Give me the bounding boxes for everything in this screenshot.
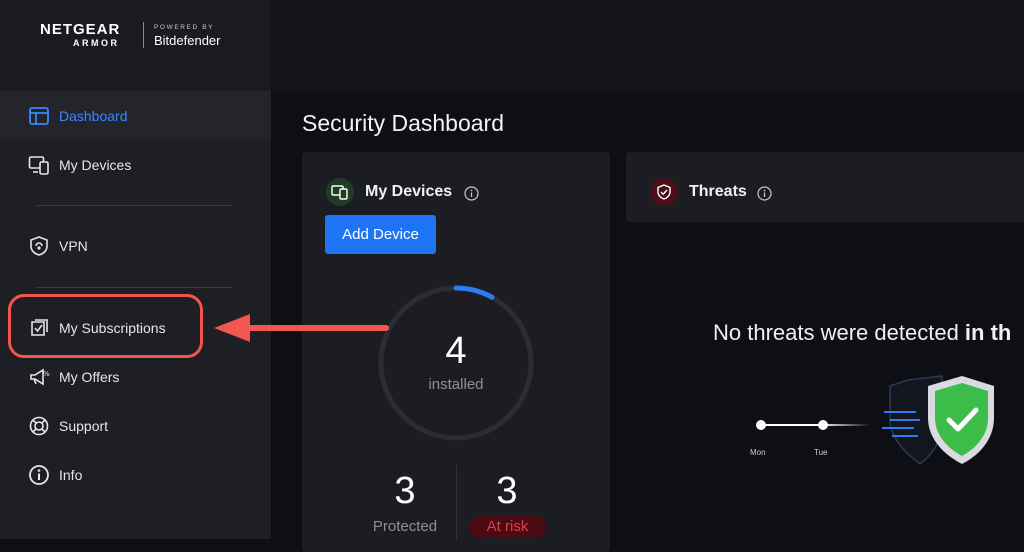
- top-bar: [271, 0, 1024, 91]
- protected-label: Protected: [372, 518, 438, 535]
- sidebar-item-label: Dashboard: [59, 107, 128, 124]
- installed-label: installed: [428, 376, 484, 393]
- threats-card-header: [626, 152, 1024, 222]
- threats-title: Threats: [689, 183, 747, 200]
- info-icon[interactable]: [464, 186, 479, 201]
- timeline-line: [760, 424, 870, 426]
- dashboard-icon: [29, 106, 49, 125]
- shield-lock-icon: [30, 235, 48, 256]
- timeline-label-mon: Mon: [750, 448, 766, 457]
- timeline-label-tue: Tue: [814, 448, 828, 457]
- timeline-dot: [818, 420, 828, 430]
- my-devices-title: My Devices: [365, 183, 453, 200]
- sidebar-item-vpn[interactable]: VPN: [0, 221, 271, 270]
- devices-icon: [28, 155, 49, 175]
- sidebar-item-info[interactable]: Info: [0, 450, 271, 499]
- no-threats-text-bold: in th: [964, 320, 1012, 345]
- brand-logo: NETGEAR ARMOR POWERED BY Bitdefender: [0, 0, 271, 91]
- annotation-arrow-icon: [214, 314, 389, 342]
- sidebar-item-support[interactable]: Support: [0, 401, 271, 450]
- info-icon: [29, 464, 49, 485]
- logo-powered-by: POWERED BY: [154, 24, 215, 31]
- sidebar-item-my-offers[interactable]: % My Offers: [0, 352, 271, 401]
- logo-bitdefender: Bitdefender: [154, 33, 221, 48]
- annotation-highlight-box: [8, 294, 203, 358]
- svg-text:%: %: [43, 370, 50, 378]
- logo-netgear: NETGEAR: [40, 21, 121, 38]
- shield-icon: [650, 178, 678, 206]
- sidebar-item-label: Support: [59, 417, 109, 434]
- at-risk-count: 3: [496, 470, 518, 512]
- sidebar-item-my-devices[interactable]: My Devices: [0, 140, 271, 189]
- sidebar-item-label: My Devices: [59, 156, 132, 173]
- logo-divider: [143, 22, 144, 48]
- installed-count: 4: [445, 330, 467, 372]
- sidebar-item-label: My Offers: [59, 368, 120, 385]
- no-threats-message: No threats were detected in th: [713, 320, 1011, 346]
- protected-shield-icon: [882, 375, 994, 465]
- sidebar-item-dashboard[interactable]: Dashboard: [0, 91, 271, 140]
- logo-armor: ARMOR: [73, 38, 120, 48]
- megaphone-icon: %: [30, 368, 50, 385]
- sidebar-item-label: Info: [59, 466, 83, 483]
- sidebar-divider: [36, 205, 232, 206]
- protected-count: 3: [394, 470, 416, 512]
- sidebar: NETGEAR ARMOR POWERED BY Bitdefender Das…: [0, 0, 271, 539]
- sidebar-item-label: VPN: [59, 237, 88, 254]
- at-risk-badge: At risk: [469, 516, 546, 538]
- no-threats-text: No threats were detected: [713, 320, 965, 345]
- timeline-dot: [756, 420, 766, 430]
- page-title: Security Dashboard: [302, 110, 504, 136]
- info-icon[interactable]: [757, 186, 772, 201]
- sidebar-divider: [36, 287, 232, 288]
- add-device-button[interactable]: Add Device: [325, 215, 436, 254]
- lifebuoy-icon: [29, 416, 49, 435]
- devices-icon: [326, 178, 354, 206]
